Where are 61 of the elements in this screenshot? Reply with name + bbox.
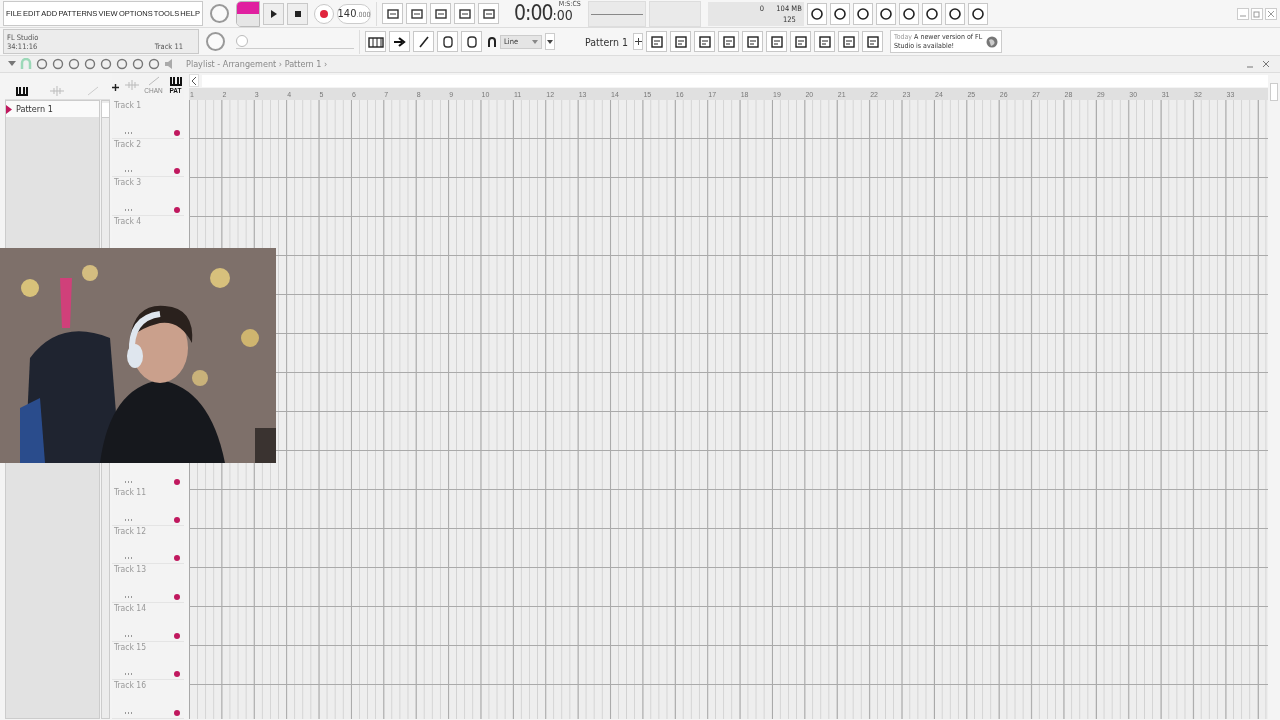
track-options-icon[interactable] xyxy=(124,673,132,676)
track-options-icon[interactable] xyxy=(124,595,132,598)
horizontal-scrollbar[interactable] xyxy=(202,74,1268,87)
volume-knob[interactable] xyxy=(210,4,229,23)
piano-icon xyxy=(169,76,182,86)
track-mute-icon[interactable] xyxy=(174,671,180,678)
track-options-icon[interactable] xyxy=(124,480,132,483)
caret-icon xyxy=(547,39,553,44)
record-button[interactable] xyxy=(314,3,334,24)
track-options-icon[interactable] xyxy=(124,634,132,637)
stop-icon xyxy=(293,9,302,18)
track-options-icon[interactable] xyxy=(124,518,132,521)
add-pattern-button[interactable] xyxy=(633,33,643,50)
curve-icon xyxy=(147,76,160,86)
minimize-icon xyxy=(1246,65,1254,68)
track-options-icon[interactable] xyxy=(124,170,132,173)
minimize-icon xyxy=(1239,15,1247,17)
track-mute-icon[interactable] xyxy=(174,710,180,717)
track-options-icon[interactable] xyxy=(124,557,132,560)
track-mute-icon[interactable] xyxy=(174,129,180,136)
waveform-icon xyxy=(124,80,139,90)
track-options-icon[interactable] xyxy=(124,131,132,134)
keyboard-icon[interactable] xyxy=(365,31,386,52)
window-title: Playlist - Arrangement › Pattern 1 › xyxy=(186,59,328,69)
pitch-knob[interactable] xyxy=(206,32,225,51)
close-icon xyxy=(1267,9,1275,18)
pattern-selector[interactable]: Pattern 1 xyxy=(558,33,630,50)
close-button[interactable] xyxy=(1260,58,1272,70)
pattern-item[interactable]: Pattern 1 xyxy=(6,101,99,117)
mode-switch[interactable] xyxy=(236,0,260,27)
scrollbar-thumb[interactable] xyxy=(102,103,109,118)
track-mute-icon[interactable] xyxy=(174,207,180,214)
restore-icon xyxy=(1253,9,1261,18)
plus-icon xyxy=(112,83,119,91)
track-mute-icon[interactable] xyxy=(174,632,180,639)
globe-icon xyxy=(986,35,998,48)
track-mute-icon[interactable] xyxy=(174,593,180,600)
caret-icon[interactable] xyxy=(8,61,16,67)
record-icon xyxy=(319,8,329,19)
track-mute-icon[interactable] xyxy=(174,555,180,562)
track-options-icon[interactable] xyxy=(124,209,132,212)
magnet-icon xyxy=(487,35,497,48)
close-button[interactable] xyxy=(1265,7,1277,20)
track-mute-icon[interactable] xyxy=(174,516,180,523)
caret-icon xyxy=(532,39,538,44)
piano-icon[interactable] xyxy=(16,86,29,96)
plus-icon xyxy=(634,38,642,45)
pattern-menu-button[interactable] xyxy=(545,33,555,50)
playlist-grid[interactable] xyxy=(189,100,1268,719)
scroll-left-button[interactable] xyxy=(189,74,199,87)
play-button[interactable] xyxy=(263,2,284,25)
track-options-icon[interactable] xyxy=(124,712,132,715)
pen-icon[interactable] xyxy=(413,31,434,52)
chevron-left-icon xyxy=(191,76,197,85)
track-mute-icon[interactable] xyxy=(174,168,180,175)
play-icon xyxy=(269,8,278,19)
stop-button[interactable] xyxy=(287,2,308,25)
close-icon xyxy=(1262,60,1270,68)
track-mute-icon[interactable] xyxy=(174,478,180,485)
master-pitch-slider[interactable] xyxy=(236,35,248,47)
play-marker-icon xyxy=(6,104,12,114)
